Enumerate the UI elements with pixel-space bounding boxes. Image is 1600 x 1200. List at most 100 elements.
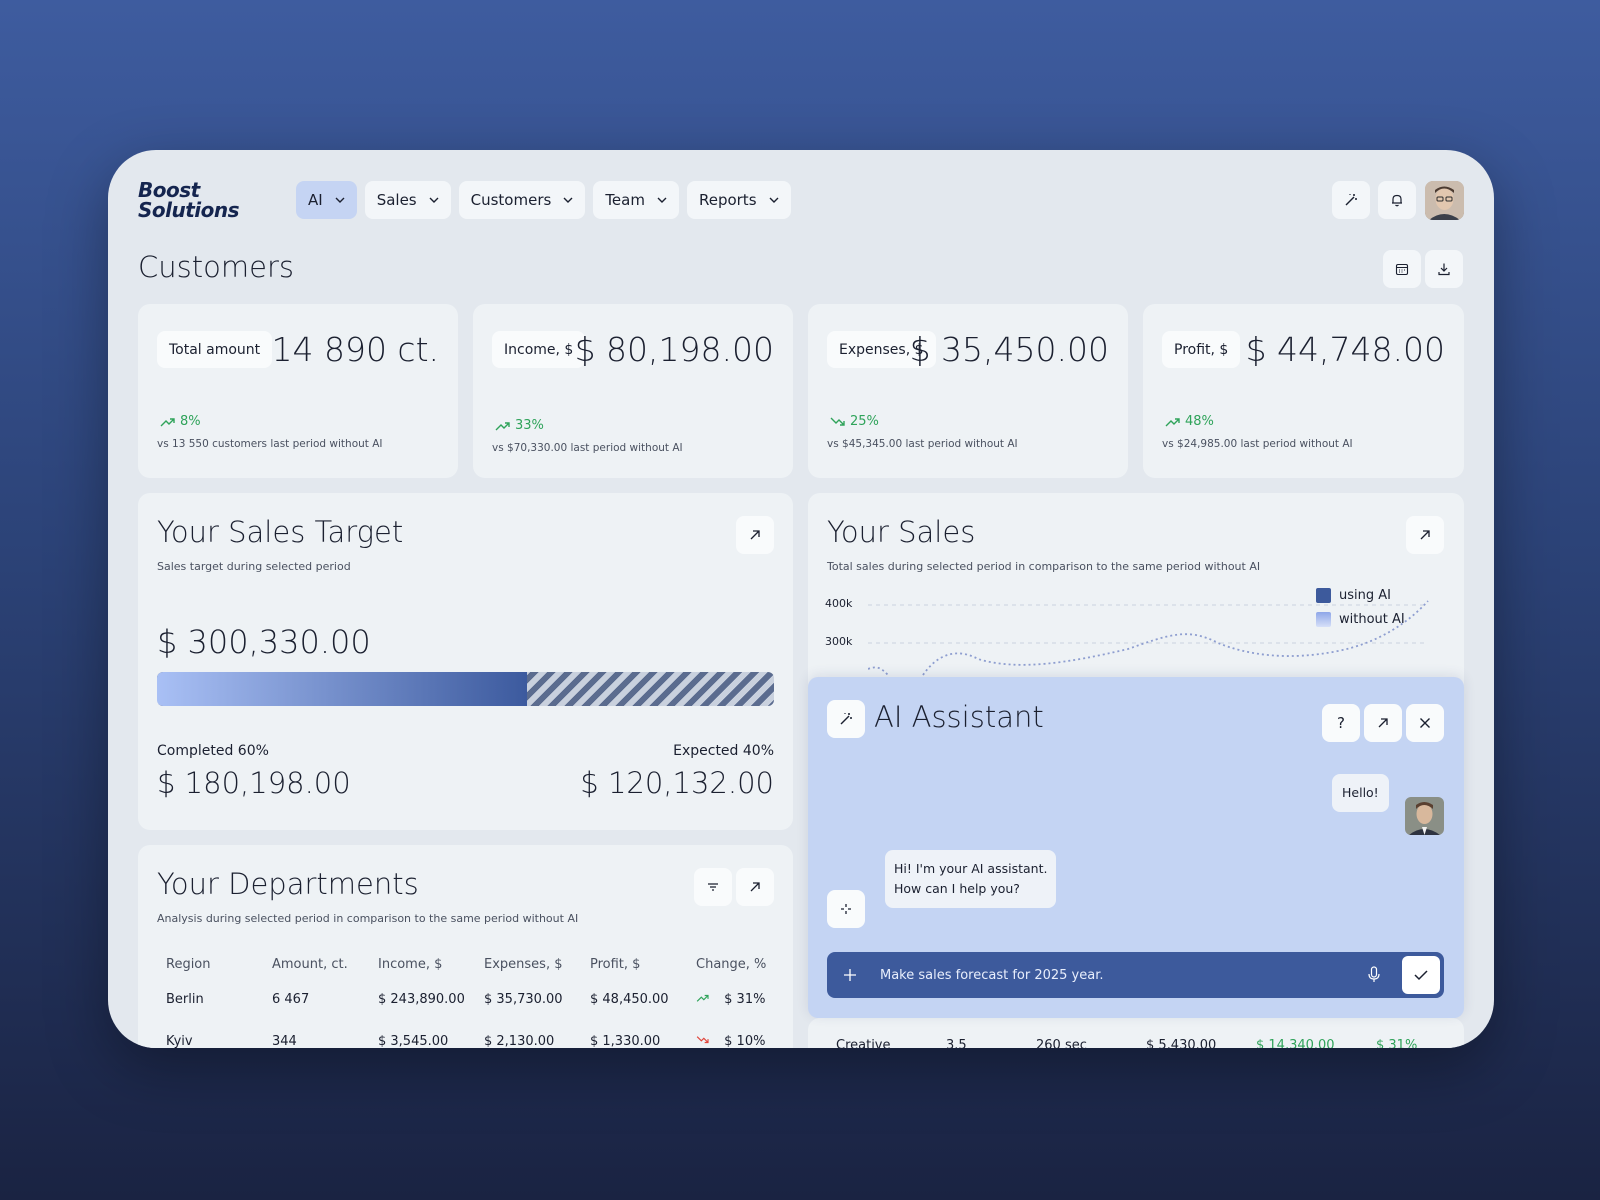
sales-target-total: $ 300,330.00: [157, 623, 371, 661]
cell-time: 260 sec: [1036, 1038, 1087, 1048]
arrow-up-right-icon: [750, 530, 760, 540]
calendar-icon: [1395, 263, 1409, 276]
completed-value: $ 180,198.00: [157, 766, 351, 800]
kpi-card-income: Income, $ $ 80,198.00 33% vs $70,330.00 …: [473, 304, 793, 478]
brand-logo[interactable]: Boost Solutions: [138, 178, 240, 222]
microphone-icon[interactable]: [1367, 966, 1381, 984]
user-avatar[interactable]: [1425, 181, 1464, 220]
cell-profit: $ 48,450.00: [590, 991, 669, 1007]
table-row[interactable]: Creative 3.5 260 sec $ 5,430.00 $ 14,340…: [836, 1038, 1417, 1048]
sparkle-icon: [841, 904, 851, 914]
kpi-card-profit: Profit, $ $ 44,748.00 48% vs $24,985.00 …: [1143, 304, 1464, 478]
nav-sales[interactable]: Sales: [364, 181, 451, 219]
departments-title: Your Departments: [157, 867, 419, 901]
brand-line-2: Solutions: [138, 198, 240, 222]
nav-sales-label: Sales: [376, 191, 417, 209]
bot-avatar: [827, 890, 865, 928]
user-avatar-small: [1405, 797, 1444, 835]
nav-customers[interactable]: Customers: [458, 181, 586, 219]
ai-prompt-input[interactable]: [880, 952, 1350, 998]
user-avatar-icon: [1405, 797, 1444, 835]
departments-filter-button[interactable]: [694, 868, 732, 906]
column-header[interactable]: Expenses, $: [475, 950, 581, 978]
kpi-note: vs $70,330.00 last period without AI: [492, 442, 683, 454]
sales-target-progress-fill: [157, 672, 528, 706]
bot-message-line: How can I help you?: [894, 881, 1020, 896]
kpi-label: Total amount: [157, 331, 273, 368]
sales-target-expand-button[interactable]: [736, 516, 774, 554]
user-avatar-icon: [1425, 181, 1464, 220]
nav-reports[interactable]: Reports: [686, 181, 791, 219]
column-header[interactable]: Income, $: [369, 950, 475, 978]
notifications-button[interactable]: [1378, 181, 1416, 219]
kpi-label: Profit, $: [1162, 331, 1241, 368]
table-row[interactable]: Kyiv 344 $ 3,545.00 $ 2,130.00 $ 1,330.0…: [157, 1020, 793, 1049]
nav-reports-label: Reports: [698, 191, 757, 209]
kpi-change-value: 48%: [1185, 414, 1214, 429]
departments-table: Region Amount, ct. Income, $ Expenses, $…: [157, 950, 793, 1049]
trend-down-icon: [696, 1035, 709, 1043]
bot-message-line: Hi! I'm your AI assistant.: [894, 861, 1048, 876]
trend-up-icon: [696, 994, 709, 1002]
table-row[interactable]: Berlin 6 467 $ 243,890.00 $ 35,730.00 $ …: [157, 978, 793, 1020]
kpi-card-total-amount: Total amount 14 890 ct. 8% vs 13 550 cus…: [138, 304, 458, 478]
cell-income: $ 3,545.00: [378, 1033, 449, 1049]
download-button[interactable]: [1425, 250, 1463, 288]
change-value: $ 31%: [724, 991, 766, 1007]
sales-target-card: Your Sales Target Sales target during se…: [138, 493, 793, 830]
plus-icon[interactable]: [843, 968, 857, 982]
ai-assistant-panel: AI Assistant ? Hello! Hi! I'm your AI as…: [808, 677, 1464, 1018]
departments-expand-button[interactable]: [736, 868, 774, 906]
kpi-note: vs $24,985.00 last period without AI: [1162, 438, 1353, 450]
cell-income: $ 243,890.00: [378, 991, 465, 1007]
sales-line-chart: [868, 600, 1429, 676]
trend-up-icon: [495, 421, 510, 430]
calendar-button[interactable]: [1383, 250, 1421, 288]
nav-team[interactable]: Team: [593, 181, 679, 219]
user-message-bubble: Hello!: [1332, 774, 1389, 812]
cell-change: $ 31%: [1376, 1038, 1418, 1048]
kpi-note: vs 13 550 customers last period without …: [157, 438, 383, 450]
bot-message-bubble: Hi! I'm your AI assistant. How can I hel…: [885, 850, 1057, 908]
cell-change: $ 31%: [687, 978, 793, 1020]
kpi-label: Income, $: [492, 331, 586, 368]
close-icon: [1420, 718, 1430, 728]
sales-target-subtitle: Sales target during selected period: [157, 560, 351, 573]
magic-wand-icon: [840, 713, 852, 725]
team-table-card: Creative 3.5 260 sec $ 5,430.00 $ 14,340…: [808, 1018, 1464, 1048]
kpi-value: $ 80,198.00: [574, 330, 774, 369]
chevron-down-icon: [563, 197, 573, 203]
column-header[interactable]: Region: [157, 950, 263, 978]
column-header[interactable]: Profit, $: [581, 950, 687, 978]
magic-wand-button[interactable]: [1332, 181, 1370, 219]
send-button[interactable]: [1402, 956, 1440, 994]
cell-expenses: $ 2,130.00: [484, 1033, 555, 1049]
brand-line-1: Boost: [138, 178, 200, 202]
cell-name: Creative: [836, 1038, 891, 1048]
kpi-change: 25%: [830, 414, 879, 429]
sales-subtitle: Total sales during selected period in co…: [827, 560, 1261, 573]
y-tick-400k: 400k: [825, 597, 853, 610]
ai-help-button[interactable]: ?: [1322, 704, 1360, 742]
departments-card: Your Departments Analysis during selecte…: [138, 845, 793, 1048]
nav-team-label: Team: [605, 191, 645, 209]
trend-down-icon: [830, 417, 845, 426]
column-header[interactable]: Change, %: [687, 950, 793, 978]
ai-close-button[interactable]: [1406, 704, 1444, 742]
nav-ai[interactable]: AI: [296, 181, 357, 219]
grid-lines: [868, 604, 1428, 644]
ai-assistant-logo: [827, 700, 865, 738]
cell-change: $ 10%: [687, 1020, 793, 1048]
sales-expand-button[interactable]: [1406, 516, 1444, 554]
cell-amount: 6 467: [272, 991, 310, 1007]
app-window: Boost Solutions AI Sales Customers Team …: [108, 150, 1494, 1048]
arrow-up-right-icon: [1420, 530, 1430, 540]
user-message-text: Hello!: [1342, 785, 1379, 800]
kpi-change-value: 8%: [180, 414, 201, 429]
column-header[interactable]: Amount, ct.: [263, 950, 369, 978]
arrow-up-right-icon: [1378, 718, 1388, 728]
cell-profit: $ 14,340.00: [1256, 1038, 1335, 1048]
kpi-change-value: 25%: [850, 414, 879, 429]
chevron-down-icon: [769, 197, 779, 203]
ai-expand-button[interactable]: [1364, 704, 1402, 742]
